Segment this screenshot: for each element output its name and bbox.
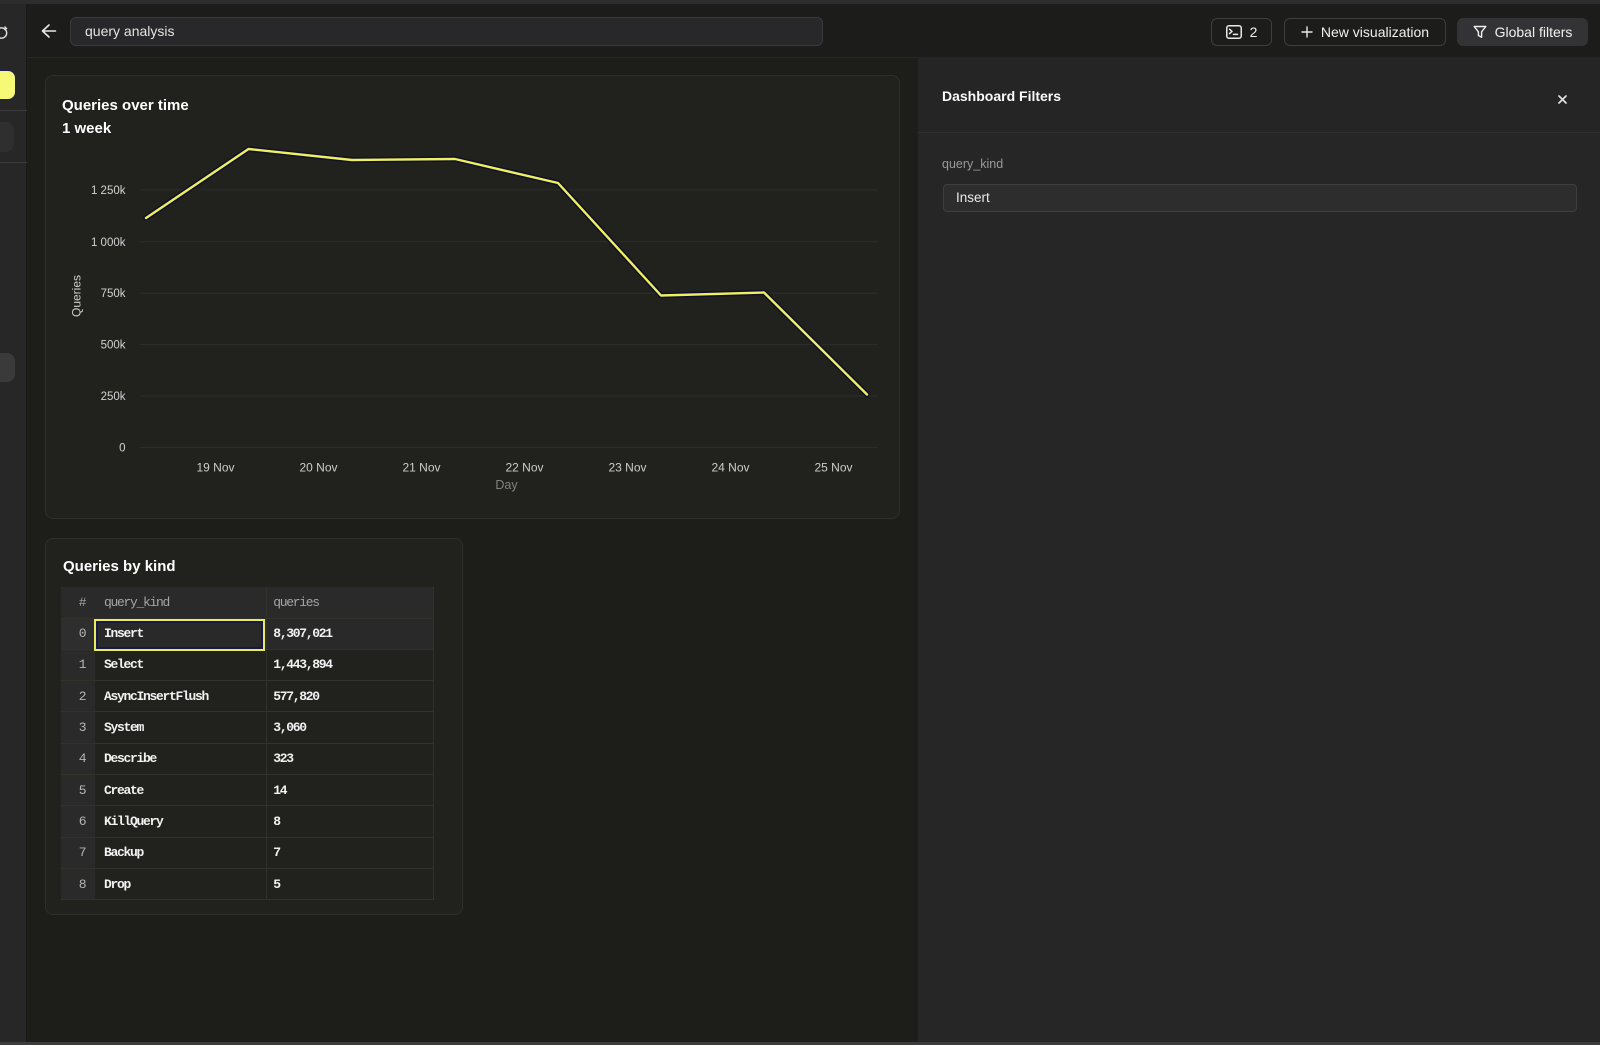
svg-text:19 Nov: 19 Nov <box>196 461 234 475</box>
svg-text:25 Nov: 25 Nov <box>814 461 852 475</box>
svg-text:23 Nov: 23 Nov <box>608 461 646 475</box>
svg-text:750k: 750k <box>101 288 126 300</box>
svg-text:22 Nov: 22 Nov <box>505 461 543 475</box>
svg-text:250k: 250k <box>101 391 126 403</box>
svg-text:0: 0 <box>119 442 125 454</box>
svg-text:1 000k: 1 000k <box>91 237 126 249</box>
svg-text:1 week: 1 week <box>62 120 112 137</box>
svg-text:Day: Day <box>495 478 518 492</box>
svg-text:21 Nov: 21 Nov <box>402 461 440 475</box>
svg-text:24 Nov: 24 Nov <box>711 461 749 475</box>
svg-text:20 Nov: 20 Nov <box>299 461 337 475</box>
svg-text:Queries over time: Queries over time <box>62 97 189 114</box>
svg-text:Queries: Queries <box>70 275 84 317</box>
svg-text:1 250k: 1 250k <box>91 185 126 197</box>
svg-text:500k: 500k <box>101 340 126 352</box>
